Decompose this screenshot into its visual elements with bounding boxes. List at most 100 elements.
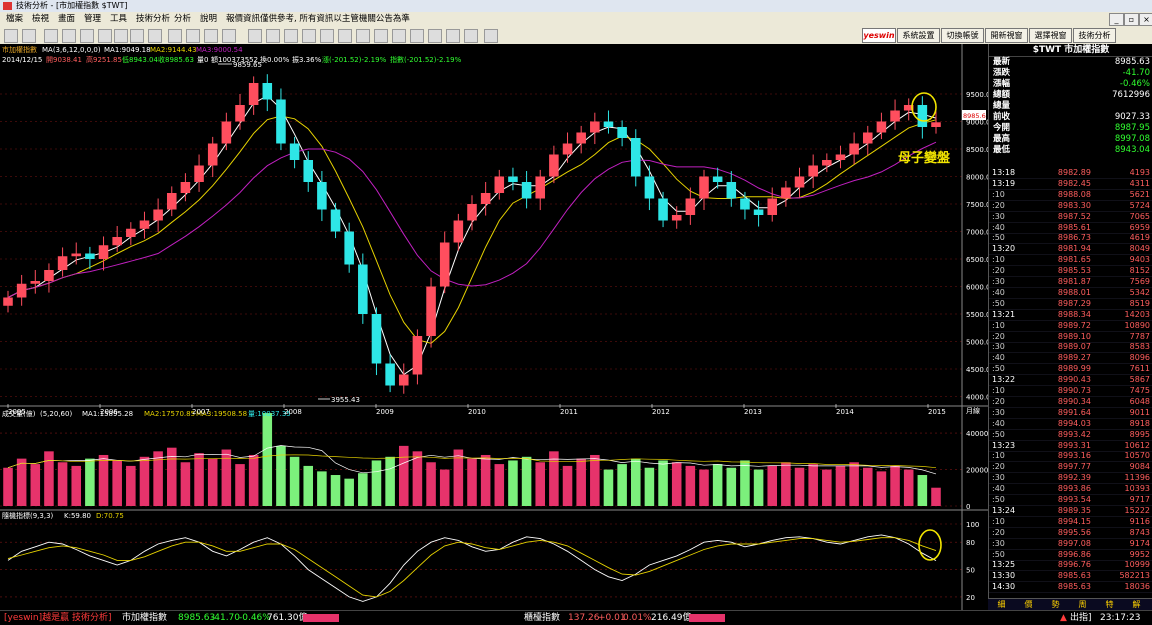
candle-body <box>412 336 423 375</box>
tick-row[interactable]: :50 8989.99 7611 <box>989 364 1152 376</box>
tick-row[interactable]: 13:18 8982.89 4193 <box>989 168 1152 179</box>
menu-tools[interactable]: 工具 <box>110 12 127 27</box>
ray-tool-icon[interactable] <box>302 29 316 43</box>
new-window-button[interactable]: 開新視窗 <box>985 28 1028 43</box>
candle-body <box>685 198 696 215</box>
tick-row[interactable]: :30 8992.39 11396 <box>989 473 1152 485</box>
tick-row[interactable]: :40 8993.86 10393 <box>989 484 1152 496</box>
tick-price: 8994.15 <box>1057 516 1091 526</box>
fib-tool-icon[interactable] <box>338 29 352 43</box>
channel-tool-icon[interactable] <box>320 29 334 43</box>
grid-tool-icon[interactable] <box>248 29 262 43</box>
tick-row[interactable]: :30 8991.64 9011 <box>989 408 1152 419</box>
menu-view[interactable]: 檢視 <box>32 12 49 27</box>
candle-tool-icon[interactable] <box>4 29 18 43</box>
tick-row[interactable]: 13:25 8996.76 10999 <box>989 560 1152 572</box>
arrow-tool-icon[interactable] <box>410 29 424 43</box>
tick-row[interactable]: :20 8997.77 9084 <box>989 462 1152 474</box>
draw-tool-icon[interactable] <box>168 29 182 43</box>
tick-row[interactable]: 13:19 8982.45 4311 <box>989 179 1152 190</box>
menu-manage[interactable]: 管理 <box>84 12 101 27</box>
tick-time: 13:24 <box>992 505 1016 515</box>
tick-row[interactable]: :50 8993.42 8995 <box>989 430 1152 441</box>
system-settings-button[interactable]: 系統設置 <box>897 28 940 43</box>
tick-row[interactable]: :30 8987.52 7065 <box>989 212 1152 223</box>
tick-row[interactable]: :10 8990.73 7475 <box>989 386 1152 397</box>
tick-row[interactable]: :10 8993.16 10570 <box>989 451 1152 463</box>
alert-icon[interactable]: ▲ <box>1060 611 1067 625</box>
print-icon[interactable] <box>464 29 478 43</box>
technical-analysis-button[interactable]: 技術分析 <box>1073 28 1116 43</box>
tick-row[interactable]: 14:30 8985.63 18036 <box>989 582 1152 594</box>
tick-price: 8989.07 <box>1057 342 1091 352</box>
tick-row[interactable]: :50 8993.54 9717 <box>989 495 1152 506</box>
tick-row[interactable]: :30 8981.87 7569 <box>989 277 1152 288</box>
text-tool-icon[interactable] <box>204 29 218 43</box>
tick-row[interactable]: :40 8989.27 8096 <box>989 353 1152 365</box>
tick-row[interactable]: 13:24 8989.35 15222 <box>989 506 1152 517</box>
menu-screen[interactable]: 畫面 <box>58 12 75 27</box>
chart-svg[interactable]: 市加權指數 MA(3,6,12,0,0,0) MA1:9049.18 MA2:9… <box>0 44 991 610</box>
hline-tool-icon[interactable] <box>284 29 298 43</box>
triangle-tool-icon[interactable] <box>428 29 442 43</box>
align-tool-icon[interactable] <box>222 29 236 43</box>
minimize-icon[interactable]: _ <box>1109 13 1124 26</box>
vline-tool-icon[interactable] <box>266 29 280 43</box>
tick-row[interactable]: :30 8989.07 8583 <box>989 342 1152 354</box>
tick-row[interactable]: :10 8988.08 5621 <box>989 190 1152 201</box>
zoom-in-icon[interactable] <box>98 29 112 43</box>
tick-price: 8983.30 <box>1057 200 1091 210</box>
tick-row[interactable]: 13:23 8993.31 10612 <box>989 441 1152 452</box>
shape-tool-icon[interactable] <box>392 29 406 43</box>
tick-time: :50 <box>992 495 1005 504</box>
close-icon[interactable]: × <box>1139 13 1152 26</box>
price-y-label: 7500.0 <box>966 201 988 209</box>
tick-row[interactable]: :30 8997.08 9174 <box>989 539 1152 550</box>
candle-body <box>30 281 41 284</box>
save-icon[interactable] <box>484 29 498 43</box>
tick-row[interactable]: 13:22 8990.43 5867 <box>989 375 1152 387</box>
tick-price: 8985.63 <box>1057 571 1091 581</box>
restore-icon[interactable]: ▫ <box>1124 13 1139 26</box>
select-window-button[interactable]: 選擇視窗 <box>1029 28 1072 43</box>
switch-account-button[interactable]: 切換帳號 <box>941 28 984 43</box>
palette-tool-icon[interactable] <box>80 29 94 43</box>
tick-row[interactable]: :40 8988.01 5342 <box>989 288 1152 299</box>
circle-tool-icon[interactable] <box>374 29 388 43</box>
tick-row[interactable]: :50 8996.86 9952 <box>989 550 1152 561</box>
tick-row[interactable]: :10 8989.72 10890 <box>989 321 1152 332</box>
window-tool-icon[interactable] <box>130 29 144 43</box>
tick-row[interactable]: :50 8986.73 4619 <box>989 233 1152 245</box>
menu-technical[interactable]: 技術分析 <box>136 12 170 27</box>
chart-tool-icon[interactable] <box>62 29 76 43</box>
status-alert[interactable]: 出指] <box>1070 611 1092 625</box>
menu-file[interactable]: 檔案 <box>6 12 23 27</box>
line-tool-icon[interactable] <box>22 29 36 43</box>
layout-tool-icon[interactable] <box>44 29 58 43</box>
menu-analysis[interactable]: 分析 <box>174 12 191 27</box>
flag-tool-icon[interactable] <box>446 29 460 43</box>
volume-bar <box>890 465 900 506</box>
tick-row[interactable]: 13:21 8988.34 14203 <box>989 310 1152 321</box>
box-tool-icon[interactable] <box>356 29 370 43</box>
tick-row[interactable]: :20 8990.34 6048 <box>989 397 1152 408</box>
tick-row[interactable]: :10 8981.65 9403 <box>989 255 1152 267</box>
tick-row[interactable]: :10 8994.15 9116 <box>989 517 1152 528</box>
tick-row[interactable]: :20 8995.56 8743 <box>989 528 1152 539</box>
x-year-label: 2007 <box>192 408 210 416</box>
tick-row[interactable]: :20 8983.30 5724 <box>989 201 1152 212</box>
zoom-out-icon[interactable] <box>114 29 128 43</box>
tick-row[interactable]: :20 8985.53 8152 <box>989 266 1152 278</box>
tick-row[interactable]: 13:20 8981.94 8049 <box>989 244 1152 256</box>
price-y-label: 6500.0 <box>966 256 988 264</box>
volume-bar <box>617 464 627 506</box>
tick-row[interactable]: :40 8985.61 6959 <box>989 223 1152 234</box>
tick-row[interactable]: :20 8989.10 7787 <box>989 332 1152 343</box>
candle-body <box>139 220 150 229</box>
tick-row[interactable]: :40 8994.03 8918 <box>989 419 1152 430</box>
layout-active-icon[interactable] <box>148 29 162 43</box>
tick-row[interactable]: 13:30 8985.63 582213 <box>989 571 1152 583</box>
menu-help[interactable]: 說明 <box>200 12 217 27</box>
tick-row[interactable]: :50 8987.29 8519 <box>989 299 1152 310</box>
pen-tool-icon[interactable] <box>186 29 200 43</box>
